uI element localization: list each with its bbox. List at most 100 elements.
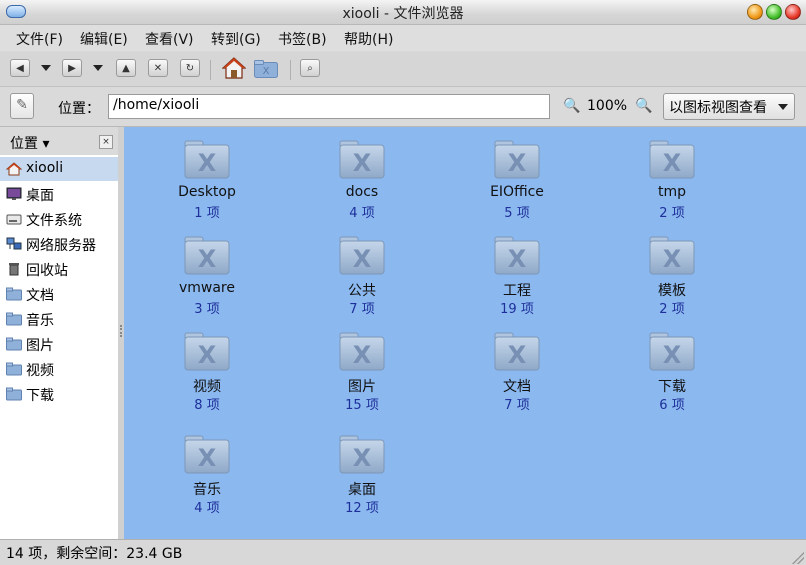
sidebar-item-label: 文档 [26, 288, 54, 304]
menu-file[interactable]: 文件(F) [16, 29, 63, 49]
sidebar-item-label: 图片 [26, 338, 54, 354]
sidebar-item[interactable]: 下载 [0, 382, 118, 406]
back-button[interactable]: ◀ [10, 59, 30, 77]
folder-item[interactable]: X 模板 2 项 [597, 227, 747, 317]
close-window-button[interactable] [785, 4, 801, 20]
sidebar-item-label: 视频 [26, 363, 54, 379]
folder-item-count: 6 项 [659, 398, 685, 413]
maximize-button[interactable] [766, 4, 782, 20]
svg-text:X: X [353, 341, 372, 369]
location-input[interactable]: /home/xiooli [108, 94, 550, 119]
menu-view[interactable]: 查看(V) [145, 29, 194, 49]
folder-item[interactable]: X 音乐 4 项 [132, 426, 282, 516]
folder-icon [6, 362, 22, 376]
forward-history-dropdown-icon[interactable] [93, 65, 103, 71]
folder-name: 视频 [193, 379, 221, 395]
folder-icon [6, 387, 22, 401]
search-button[interactable]: ⌕ [300, 59, 320, 77]
folder-icon: X [494, 235, 540, 275]
sidebar-item[interactable]: 网络服务器 [0, 232, 118, 256]
menu-go[interactable]: 转到(G) [211, 29, 261, 49]
folder-item[interactable]: X 视频 8 项 [132, 323, 282, 413]
view-mode-select[interactable]: 以图标视图查看 [663, 93, 795, 120]
sidebar-item[interactable]: 回收站 [0, 257, 118, 281]
svg-text:X: X [508, 149, 527, 177]
sidebar-item[interactable]: 音乐 [0, 307, 118, 331]
folder-item[interactable]: Xdocs 4 项 [287, 131, 437, 221]
folder-name: 公共 [348, 283, 376, 299]
folder-item[interactable]: X 公共 7 项 [287, 227, 437, 317]
menu-edit[interactable]: 编辑(E) [80, 29, 128, 49]
folder-name: 音乐 [193, 482, 221, 498]
folder-item[interactable]: X Desktop 1 项 [132, 131, 282, 221]
close-sidebar-icon[interactable]: × [99, 135, 113, 149]
back-history-dropdown-icon[interactable] [41, 65, 51, 71]
folder-item[interactable]: X 桌面 12 项 [287, 426, 437, 516]
up-button[interactable]: ▲ [116, 59, 136, 77]
desktop-icon [6, 187, 22, 201]
stop-button[interactable]: ✕ [148, 59, 168, 77]
sidebar-item[interactable]: 桌面 [0, 182, 118, 206]
reload-button[interactable]: ↻ [180, 59, 200, 77]
file-browser-window: xiooli - 文件浏览器 文件(F) 编辑(E) 查看(V) 转到(G) 书… [0, 0, 806, 565]
folder-item-count: 4 项 [349, 206, 375, 221]
folder-icon: X [649, 235, 695, 275]
sidebar-item[interactable]: 视频 [0, 357, 118, 381]
folder-icon: X [339, 139, 385, 179]
folder-name: EIOffice [490, 184, 544, 200]
svg-text:X: X [508, 341, 527, 369]
location-label: 位置： [58, 101, 100, 117]
folder-icon: X [494, 331, 540, 371]
folder-name: Desktop [178, 184, 236, 200]
drive-icon [6, 212, 22, 226]
sidebar-item[interactable]: 文档 [0, 282, 118, 306]
sidebar: 位置 ▾ × xiooli 桌面文件系统网络服务器回收站文档音乐图片视频下载 [0, 127, 119, 539]
resize-grip[interactable] [792, 552, 804, 564]
zoom-in-icon[interactable]: 🔍 [635, 98, 653, 116]
title-bar[interactable]: xiooli - 文件浏览器 [0, 0, 806, 25]
sidebar-header: 位置 ▾ × [0, 127, 118, 155]
folder-item-count: 15 项 [345, 398, 379, 413]
home-icon[interactable] [222, 56, 246, 80]
folder-item-count: 12 项 [345, 501, 379, 516]
sidebar-item-label: 回收站 [26, 263, 68, 279]
sidebar-item-label: 桌面 [26, 188, 54, 204]
sidebar-item[interactable]: 图片 [0, 332, 118, 356]
icon-view[interactable]: X Desktop 1 项 Xdocs 4 项 X EIOffice 5 项 Xtmp 2 项 Xv… [124, 127, 806, 539]
folder-icon [6, 287, 22, 301]
folder-item[interactable]: X 下载 6 项 [597, 323, 747, 413]
svg-text:X: X [198, 245, 217, 273]
folder-item-count: 7 项 [504, 398, 530, 413]
menu-help[interactable]: 帮助(H) [344, 29, 393, 49]
folder-name: 图片 [348, 379, 376, 395]
folder-icon: X [184, 434, 230, 474]
minimize-button[interactable] [747, 4, 763, 20]
zoom-out-icon[interactable]: 🔍 [563, 98, 581, 116]
svg-text:X: X [353, 149, 372, 177]
edit-location-icon[interactable]: ✎ [10, 93, 34, 119]
computer-folder-icon[interactable]: X [254, 60, 278, 78]
folder-item[interactable]: Xvmware 3 项 [132, 227, 282, 317]
sidebar-item-label: xiooli [26, 160, 64, 176]
folder-item[interactable]: X 图片 15 项 [287, 323, 437, 413]
svg-text:X: X [353, 444, 372, 472]
folder-item[interactable]: X 工程 19 项 [442, 227, 592, 317]
toolbar-separator [210, 60, 211, 80]
folder-item-count: 1 项 [194, 206, 220, 221]
sidebar-title-dropdown[interactable]: 位置 ▾ [10, 133, 49, 153]
menu-bookmarks[interactable]: 书签(B) [278, 29, 327, 49]
sidebar-item[interactable]: 文件系统 [0, 207, 118, 231]
svg-text:X: X [198, 444, 217, 472]
zoom-level[interactable]: 100% [587, 98, 627, 114]
folder-item[interactable]: X EIOffice 5 项 [442, 131, 592, 221]
sidebar-item[interactable]: xiooli [0, 157, 118, 181]
svg-text:X: X [198, 149, 217, 177]
folder-item-count: 2 项 [659, 302, 685, 317]
sidebar-item-label: 文件系统 [26, 213, 82, 229]
folder-item[interactable]: X 文档 7 项 [442, 323, 592, 413]
folder-name: tmp [657, 184, 686, 200]
forward-button[interactable]: ▶ [62, 59, 82, 77]
sidebar-item-label: 音乐 [26, 313, 54, 329]
folder-name: 文档 [503, 379, 531, 395]
folder-item[interactable]: Xtmp 2 项 [597, 131, 747, 221]
